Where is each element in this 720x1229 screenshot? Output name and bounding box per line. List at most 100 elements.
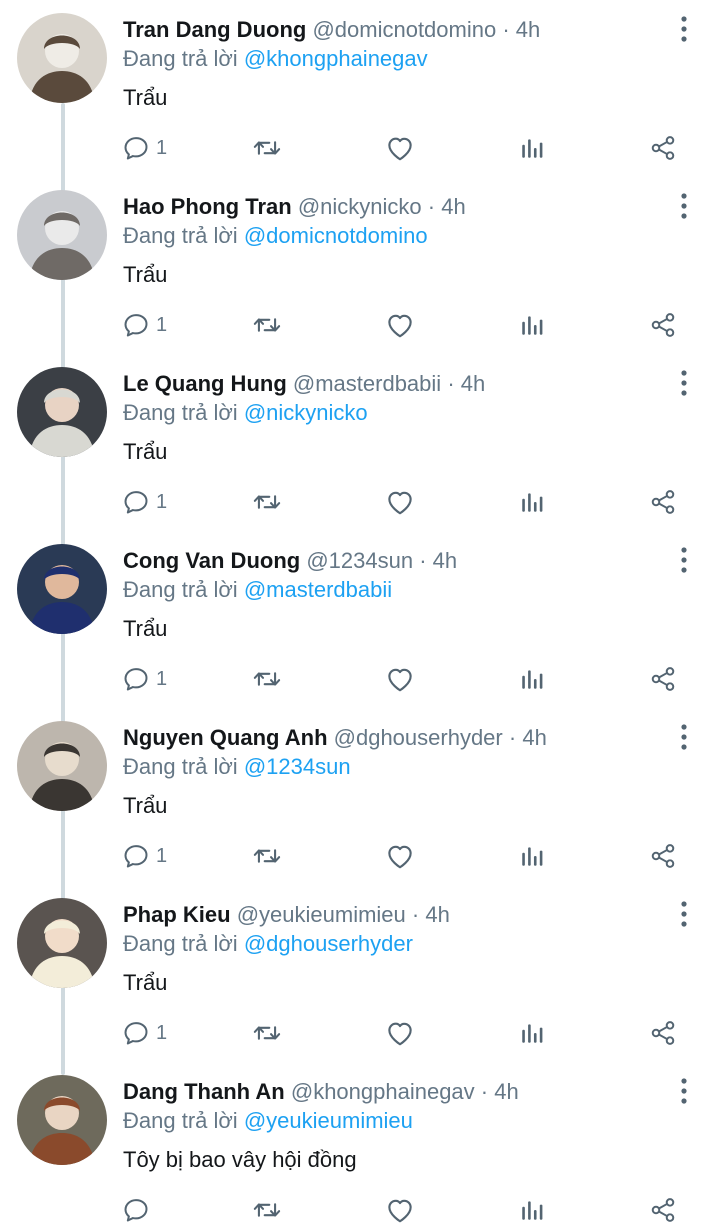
more-options-button[interactable]: [672, 191, 696, 221]
retweet-button[interactable]: [252, 1192, 282, 1228]
reply-button[interactable]: 1: [122, 661, 167, 697]
reply-button[interactable]: 1: [122, 484, 167, 520]
reply-mention-link[interactable]: @yeukieumimieu: [244, 1108, 413, 1133]
separator-dot: ·: [480, 1079, 489, 1104]
share-button[interactable]: [649, 661, 677, 697]
display-name[interactable]: Hao Phong Tran: [123, 194, 292, 219]
avatar[interactable]: [17, 190, 107, 280]
user-handle[interactable]: @domicnotdomino: [312, 17, 496, 42]
retweet-button[interactable]: [252, 307, 282, 343]
replying-to: Đang trả lời @yeukieumimieu: [123, 1107, 413, 1135]
like-button[interactable]: [385, 838, 415, 874]
reply-button[interactable]: [122, 1192, 156, 1228]
more-options-button[interactable]: [672, 368, 696, 398]
timestamp[interactable]: 4h: [516, 17, 540, 42]
tweet[interactable]: Nguyen Quang Anh @dghouserhyder · 4h Đan…: [0, 708, 720, 885]
avatar-photo-cat: [17, 13, 107, 103]
views-button[interactable]: [519, 484, 545, 520]
tweet[interactable]: Hao Phong Tran @nickynicko · 4h Đang trả…: [0, 177, 720, 354]
like-button[interactable]: [385, 307, 415, 343]
replying-to-label: Đang trả lời: [123, 400, 238, 425]
timestamp[interactable]: 4h: [461, 371, 485, 396]
display-name[interactable]: Dang Thanh An: [123, 1079, 285, 1104]
avatar[interactable]: [17, 544, 107, 634]
like-button[interactable]: [385, 661, 415, 697]
reply-mention-link[interactable]: @nickynicko: [244, 400, 368, 425]
display-name[interactable]: Nguyen Quang Anh: [123, 725, 328, 750]
user-handle[interactable]: @1234sun: [306, 548, 413, 573]
user-handle[interactable]: @dghouserhyder: [334, 725, 503, 750]
tweet-actions: 1: [122, 307, 692, 343]
display-name[interactable]: Le Quang Hung: [123, 371, 287, 396]
tweet[interactable]: Tran Dang Duong @domicnotdomino · 4h Đan…: [0, 0, 720, 177]
reply-mention-link[interactable]: @masterdbabii: [244, 577, 392, 602]
replying-to-label: Đang trả lời: [123, 1108, 238, 1133]
retweet-button[interactable]: [252, 130, 282, 166]
avatar[interactable]: [17, 13, 107, 103]
avatar[interactable]: [17, 898, 107, 988]
reply-button[interactable]: 1: [122, 130, 167, 166]
views-button[interactable]: [519, 130, 545, 166]
share-button[interactable]: [649, 484, 677, 520]
more-options-button[interactable]: [672, 545, 696, 575]
avatar[interactable]: [17, 721, 107, 811]
display-name[interactable]: Tran Dang Duong: [123, 17, 306, 42]
reply-button[interactable]: 1: [122, 1015, 167, 1051]
more-options-button[interactable]: [672, 1076, 696, 1106]
tweet-header: Le Quang Hung @masterdbabii · 4h: [123, 370, 485, 398]
timestamp[interactable]: 4h: [441, 194, 465, 219]
display-name[interactable]: Cong Van Duong: [123, 548, 300, 573]
like-button[interactable]: [385, 1192, 415, 1228]
reply-mention-link[interactable]: @khongphainegav: [244, 46, 428, 71]
reply-button[interactable]: 1: [122, 838, 167, 874]
like-button[interactable]: [385, 130, 415, 166]
avatar[interactable]: [17, 1075, 107, 1165]
views-button[interactable]: [519, 1015, 545, 1051]
tweet-actions: 1: [122, 1015, 692, 1051]
views-button[interactable]: [519, 307, 545, 343]
user-handle[interactable]: @nickynicko: [298, 194, 422, 219]
views-button[interactable]: [519, 661, 545, 697]
more-options-button[interactable]: [672, 899, 696, 929]
share-button[interactable]: [649, 307, 677, 343]
retweet-button[interactable]: [252, 484, 282, 520]
tweet[interactable]: Phap Kieu @yeukieumimieu · 4h Đang trả l…: [0, 885, 720, 1062]
avatar[interactable]: [17, 367, 107, 457]
retweet-button[interactable]: [252, 661, 282, 697]
like-icon: [388, 314, 412, 338]
timestamp[interactable]: 4h: [433, 548, 457, 573]
user-handle[interactable]: @masterdbabii: [293, 371, 441, 396]
views-button[interactable]: [519, 1192, 545, 1228]
user-handle[interactable]: @khongphainegav: [291, 1079, 475, 1104]
like-icon: [388, 668, 412, 692]
share-icon: [651, 1198, 675, 1222]
share-button[interactable]: [649, 838, 677, 874]
share-button[interactable]: [649, 1015, 677, 1051]
user-handle[interactable]: @yeukieumimieu: [237, 902, 406, 927]
tweet[interactable]: Cong Van Duong @1234sun · 4h Đang trả lờ…: [0, 531, 720, 708]
reply-mention-link[interactable]: @1234sun: [244, 754, 351, 779]
reply-button[interactable]: 1: [122, 307, 167, 343]
more-vertical-icon: [681, 16, 687, 42]
retweet-button[interactable]: [252, 838, 282, 874]
more-options-button[interactable]: [672, 722, 696, 752]
timestamp[interactable]: 4h: [494, 1079, 518, 1104]
views-button[interactable]: [519, 838, 545, 874]
more-options-button[interactable]: [672, 14, 696, 44]
tweet[interactable]: Le Quang Hung @masterdbabii · 4h Đang tr…: [0, 354, 720, 531]
share-button[interactable]: [649, 130, 677, 166]
tweet-text: Trẩu: [123, 85, 168, 110]
avatar-photo-person: [17, 721, 107, 811]
display-name[interactable]: Phap Kieu: [123, 902, 231, 927]
reply-mention-link[interactable]: @dghouserhyder: [244, 931, 413, 956]
like-button[interactable]: [385, 1015, 415, 1051]
share-button[interactable]: [649, 1192, 677, 1228]
tweet[interactable]: Dang Thanh An @khongphainegav · 4h Đang …: [0, 1062, 720, 1229]
like-button[interactable]: [385, 484, 415, 520]
reply-count: 1: [156, 313, 168, 336]
retweet-button[interactable]: [252, 1015, 282, 1051]
tweet-text: Tôy bị bao vây hội đồng: [123, 1147, 357, 1172]
reply-mention-link[interactable]: @domicnotdomino: [244, 223, 428, 248]
timestamp[interactable]: 4h: [425, 902, 449, 927]
timestamp[interactable]: 4h: [522, 725, 546, 750]
